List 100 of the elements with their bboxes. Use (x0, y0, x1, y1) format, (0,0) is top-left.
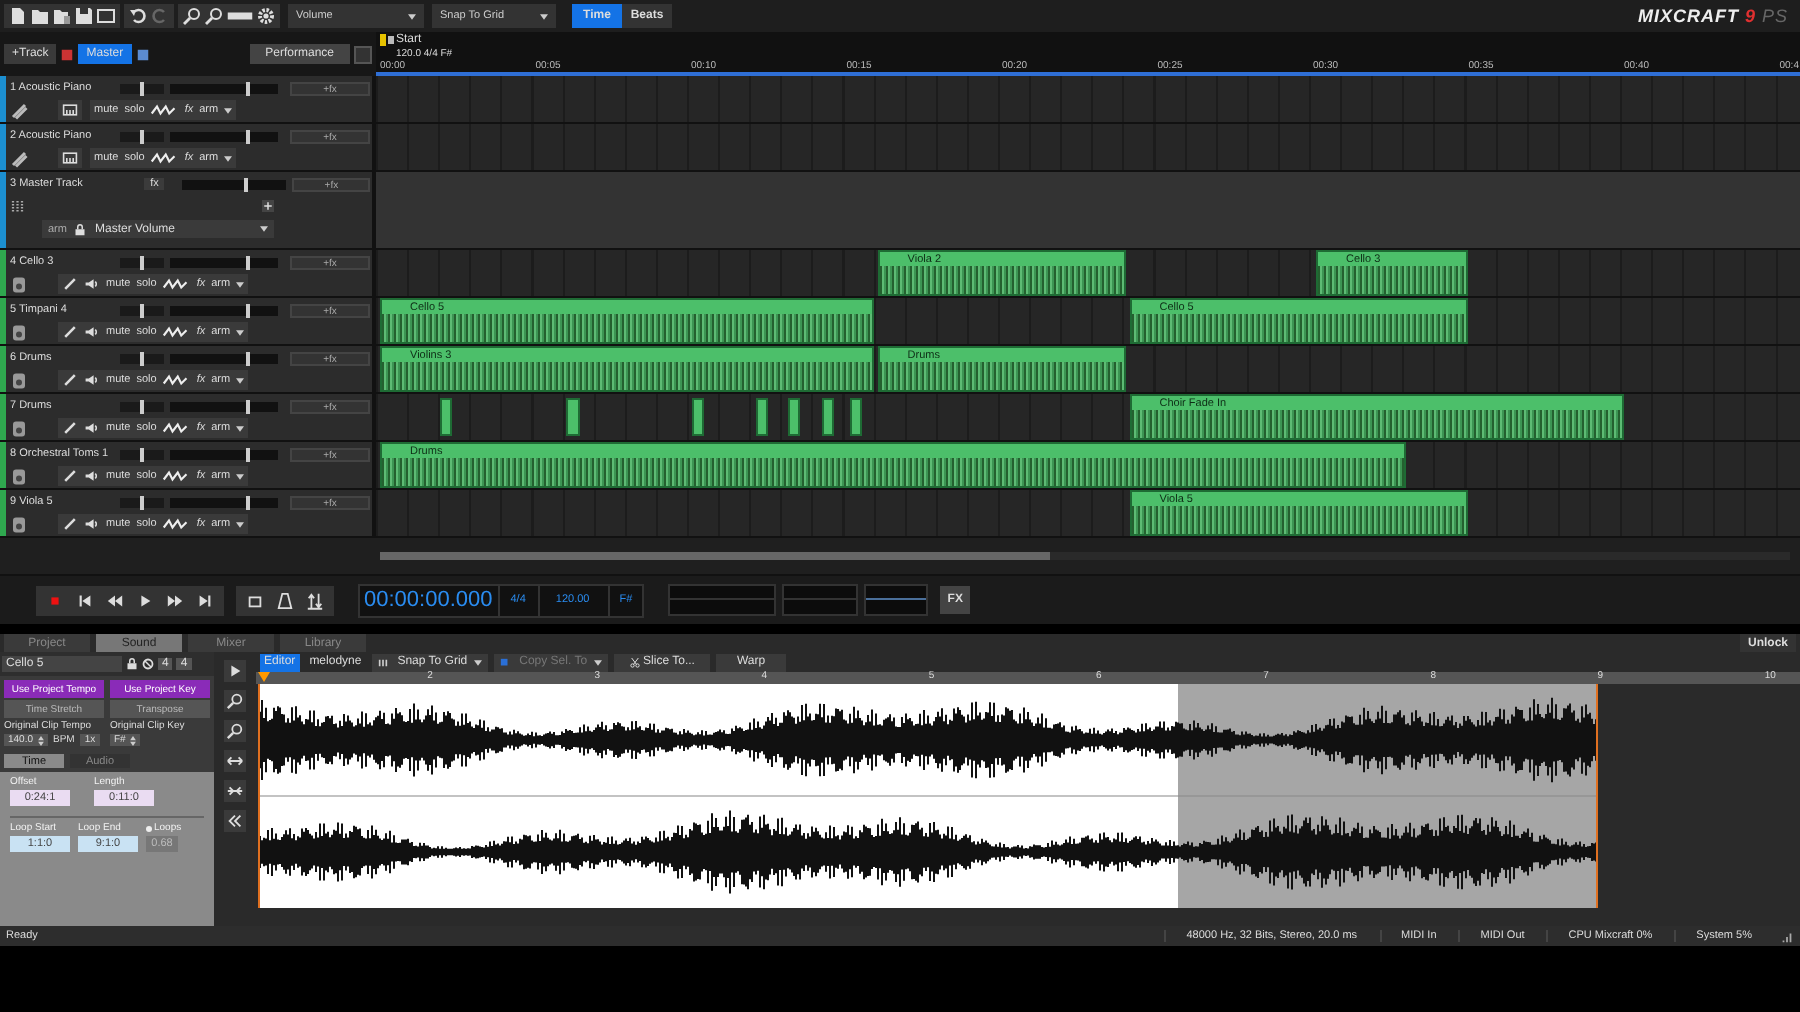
play-icon[interactable] (224, 660, 246, 682)
app-logo: MIXCRAFT 9 PS (1637, 6, 1790, 26)
caret-icon (260, 226, 268, 232)
skip-back-icon[interactable] (76, 591, 94, 609)
play-icon[interactable] (136, 591, 154, 609)
midi-clip[interactable] (821, 398, 835, 436)
caret-icon[interactable] (224, 155, 233, 161)
envelope-icon[interactable] (162, 324, 191, 340)
volume-slider[interactable] (170, 131, 278, 141)
spinner-arrows-icon[interactable] (37, 735, 44, 745)
envelope-icon[interactable] (150, 150, 179, 166)
settings-icon[interactable] (256, 6, 276, 26)
envelope-icon[interactable] (150, 102, 179, 118)
plus-icon[interactable] (262, 200, 274, 212)
level-meter (864, 584, 929, 616)
envelope-icon[interactable] (162, 420, 191, 436)
pan-slider[interactable] (120, 353, 164, 363)
speaker-icon[interactable] (84, 468, 100, 484)
pencil-icon[interactable] (62, 324, 78, 340)
performance-checkbox[interactable] (354, 45, 372, 63)
save-icon[interactable] (74, 6, 94, 26)
caret-icon[interactable] (236, 281, 245, 287)
midi-clip[interactable] (756, 398, 769, 436)
speaker-icon[interactable] (84, 324, 100, 340)
new-file-icon[interactable] (8, 6, 28, 26)
square-icon (499, 657, 510, 667)
midi-clip[interactable] (787, 398, 800, 436)
midi-clip[interactable] (566, 398, 580, 436)
mixer-icon[interactable] (60, 47, 75, 61)
undo-icon[interactable] (128, 6, 148, 26)
piano-roll-icon[interactable] (62, 150, 78, 166)
caret-icon[interactable] (236, 377, 245, 383)
time-display: 00:00:00.000 (362, 588, 495, 612)
collapse-icon[interactable] (224, 810, 246, 832)
pan-slider[interactable] (120, 449, 164, 459)
zoom-in-icon[interactable] (182, 6, 202, 26)
envelope-icon[interactable] (162, 516, 191, 532)
scrollbar-thumb[interactable] (380, 552, 1050, 560)
volume-slider[interactable] (170, 401, 278, 411)
pan-slider[interactable] (120, 131, 164, 141)
pan-slider[interactable] (120, 257, 164, 267)
volume-slider[interactable] (182, 179, 287, 189)
pan-slider[interactable] (120, 305, 164, 315)
pan-slider[interactable] (120, 497, 164, 507)
caret-icon[interactable] (236, 329, 245, 335)
caret-icon[interactable] (236, 473, 245, 479)
caret-icon[interactable] (236, 521, 245, 527)
metronome-icon[interactable] (276, 591, 294, 609)
speaker-icon (10, 515, 28, 533)
folder-icon[interactable] (30, 6, 50, 26)
speaker-icon[interactable] (84, 372, 100, 388)
frame-icon[interactable] (96, 6, 116, 26)
fast-forward-icon[interactable] (166, 591, 184, 609)
volume-slider[interactable] (170, 497, 278, 507)
pan-slider[interactable] (120, 401, 164, 411)
envelope-icon[interactable] (162, 468, 191, 484)
speaker-icon (10, 323, 28, 341)
mixer-icon[interactable] (135, 47, 150, 61)
zoom-in-icon[interactable] (224, 690, 246, 712)
cancel-icon[interactable] (142, 658, 154, 670)
expand-icon[interactable] (224, 750, 246, 772)
volume-slider[interactable] (170, 353, 278, 363)
speaker-icon (10, 419, 28, 437)
arrows-icon[interactable] (306, 591, 324, 609)
pencil-icon[interactable] (62, 372, 78, 388)
caret-icon[interactable] (224, 107, 233, 113)
pencil-icon[interactable] (62, 420, 78, 436)
pencil-icon[interactable] (62, 276, 78, 292)
rewind-icon[interactable] (106, 591, 124, 609)
envelope-icon[interactable] (162, 276, 191, 292)
lock-icon[interactable] (126, 658, 138, 670)
speaker-icon[interactable] (84, 516, 100, 532)
start-marker-icon (380, 34, 396, 50)
speaker-icon[interactable] (84, 420, 100, 436)
grid-icon (377, 657, 388, 667)
folder-icon[interactable] (52, 6, 72, 26)
skip-forward-icon[interactable] (196, 591, 214, 609)
envelope-icon[interactable] (162, 372, 191, 388)
pan-slider[interactable] (120, 83, 164, 93)
speaker-icon (10, 371, 28, 389)
pencil-icon[interactable] (62, 468, 78, 484)
spinner-arrows-icon[interactable] (129, 735, 136, 745)
caret-icon (473, 659, 482, 665)
caret-icon[interactable] (236, 425, 245, 431)
midi-clip[interactable] (439, 398, 452, 436)
volume-slider[interactable] (170, 257, 278, 267)
pencil-icon[interactable] (62, 516, 78, 532)
record-icon[interactable] (46, 591, 64, 609)
volume-slider[interactable] (170, 305, 278, 315)
volume-slider[interactable] (170, 83, 278, 93)
zoom-out-icon[interactable] (204, 6, 224, 26)
volume-slider[interactable] (170, 449, 278, 459)
piano-roll-icon[interactable] (62, 102, 78, 118)
loop-icon[interactable] (246, 591, 264, 609)
scrollbar-track[interactable] (380, 552, 1790, 560)
shrink-icon[interactable] (224, 780, 246, 802)
zoom-out-icon[interactable] (224, 720, 246, 742)
speaker-icon[interactable] (84, 276, 100, 292)
midi-clip[interactable] (691, 398, 704, 436)
midi-clip[interactable] (849, 398, 863, 436)
